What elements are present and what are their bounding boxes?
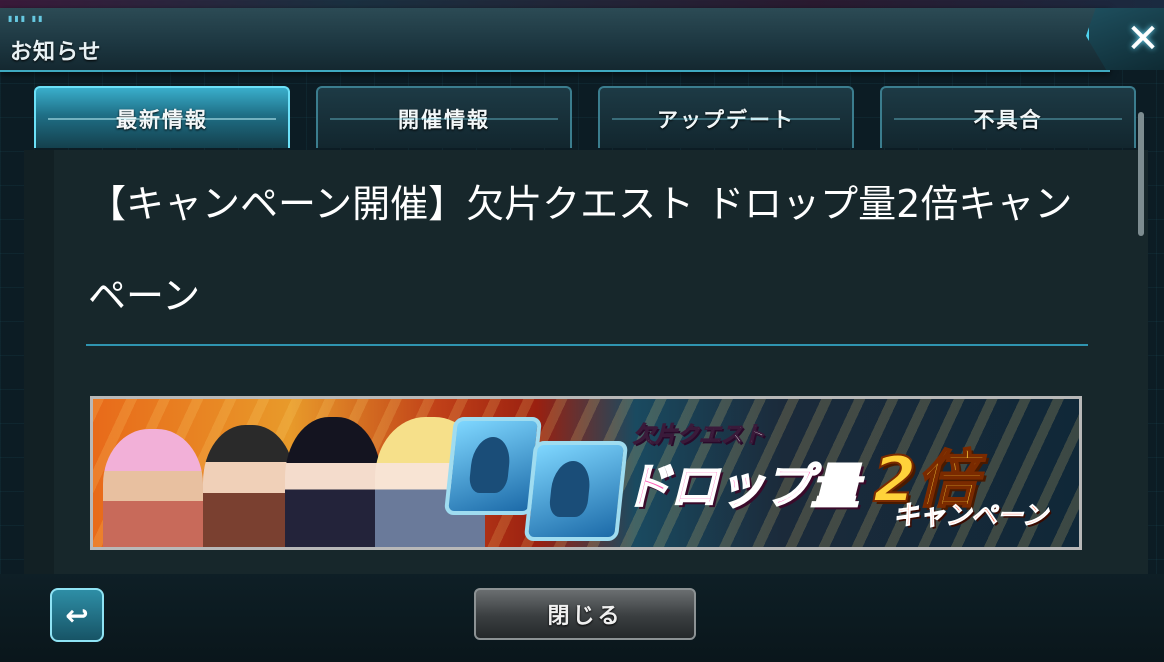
tab-latest[interactable]: 最新情報	[34, 86, 290, 148]
back-button[interactable]: ↩	[50, 588, 104, 642]
tab-decoration	[894, 118, 1122, 120]
silhouette-icon	[523, 441, 629, 541]
back-icon: ↩	[65, 598, 89, 632]
header-dots: ▮▮▮ ▮▮	[8, 14, 45, 23]
silhouette-shape	[468, 437, 513, 493]
banner-characters	[99, 409, 499, 547]
panel-edge	[24, 150, 54, 574]
tab-decoration	[48, 118, 276, 120]
tab-decoration	[612, 118, 840, 120]
close-button[interactable]: 閉じる	[474, 588, 696, 640]
dialog-title: お知らせ	[10, 40, 102, 65]
banner-campaign: キャンペーン	[893, 501, 1049, 532]
character-1	[103, 429, 203, 547]
character-2	[203, 425, 295, 547]
silhouette-shape	[548, 461, 593, 517]
campaign-banner[interactable]: 欠片クエスト ドロップ量 2倍 キャンペーン	[90, 396, 1082, 550]
close-icon: ✕	[1126, 16, 1160, 62]
banner-subtitle: 欠片クエスト	[632, 423, 766, 449]
tab-events[interactable]: 開催情報	[316, 86, 572, 148]
scrollbar[interactable]	[1138, 112, 1144, 236]
tab-bugs[interactable]: 不具合	[880, 86, 1136, 148]
title-divider	[86, 344, 1088, 346]
tab-updates[interactable]: アップデート	[598, 86, 854, 148]
banner-headline: ドロップ量	[622, 458, 860, 516]
tab-decoration	[330, 118, 558, 120]
dialog-header: ▮▮▮ ▮▮ お知らせ	[0, 8, 1110, 72]
character-3	[285, 417, 381, 547]
article-title: 【キャンペーン開催】欠片クエスト ドロップ量2倍キャンペーン	[88, 182, 1073, 318]
close-button-label: 閉じる	[547, 604, 623, 629]
